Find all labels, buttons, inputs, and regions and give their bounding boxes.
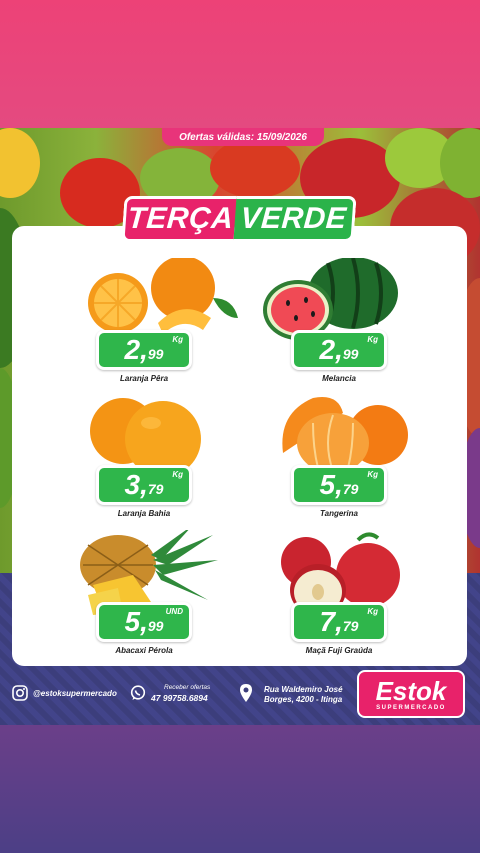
- price-tag: Kg 5, 79: [291, 465, 387, 505]
- product-name: Melancia: [322, 374, 356, 383]
- price-tag: Kg 3, 79: [96, 465, 192, 505]
- price-tag: Kg 7, 79: [291, 602, 387, 642]
- title-right: VERDE: [233, 196, 357, 242]
- location-pin-icon: [240, 684, 252, 702]
- product-card[interactable]: UND 5, 99 Abacaxi Pérola: [63, 530, 263, 670]
- whatsapp-icon[interactable]: [130, 685, 146, 701]
- product-card[interactable]: Kg 5, 79 Tangerina: [258, 393, 458, 533]
- flyer-title: TERÇA VERDE: [121, 196, 357, 242]
- price-tag: Kg 2, 99: [291, 330, 387, 370]
- price-tag: Kg 2, 99: [96, 330, 192, 370]
- price-tag: UND 5, 99: [96, 602, 192, 642]
- product-name: Abacaxi Pérola: [115, 646, 173, 655]
- product-card[interactable]: Kg 2, 99 Laranja Pêra: [63, 258, 263, 398]
- whatsapp-number[interactable]: 47 99758.6894: [151, 693, 208, 703]
- product-card[interactable]: Kg 3, 79 Laranja Bahia: [63, 393, 263, 533]
- product-name: Tangerina: [320, 509, 358, 518]
- product-name: Laranja Pêra: [119, 374, 169, 383]
- bottom-purple-band: [0, 725, 480, 853]
- top-pink-band: [0, 0, 480, 128]
- product-card[interactable]: Kg 7, 79 Maçã Fuji Graúda: [258, 530, 458, 670]
- product-card[interactable]: Kg 2, 99 Melancia: [258, 258, 458, 398]
- whatsapp-label: Receber ofertas: [164, 684, 211, 691]
- brand-name: Estok: [375, 675, 447, 706]
- instagram-icon[interactable]: [12, 685, 28, 701]
- instagram-handle[interactable]: @estoksupermercado: [33, 689, 117, 698]
- title-left: TERÇA: [121, 196, 237, 242]
- product-name: Maçã Fuji Graúda: [305, 646, 373, 655]
- address-line1: Rua Waldemiro José: [264, 685, 343, 694]
- validity-banner: Ofertas válidas: 15/09/2026: [162, 128, 324, 146]
- brand-logo: Estok SUPERMERCADO: [357, 670, 465, 718]
- product-name: Laranja Bahia: [117, 509, 171, 518]
- address-line2: Borges, 4200 - Itinga: [264, 695, 343, 704]
- brand-sub: SUPERMERCADO: [376, 704, 446, 711]
